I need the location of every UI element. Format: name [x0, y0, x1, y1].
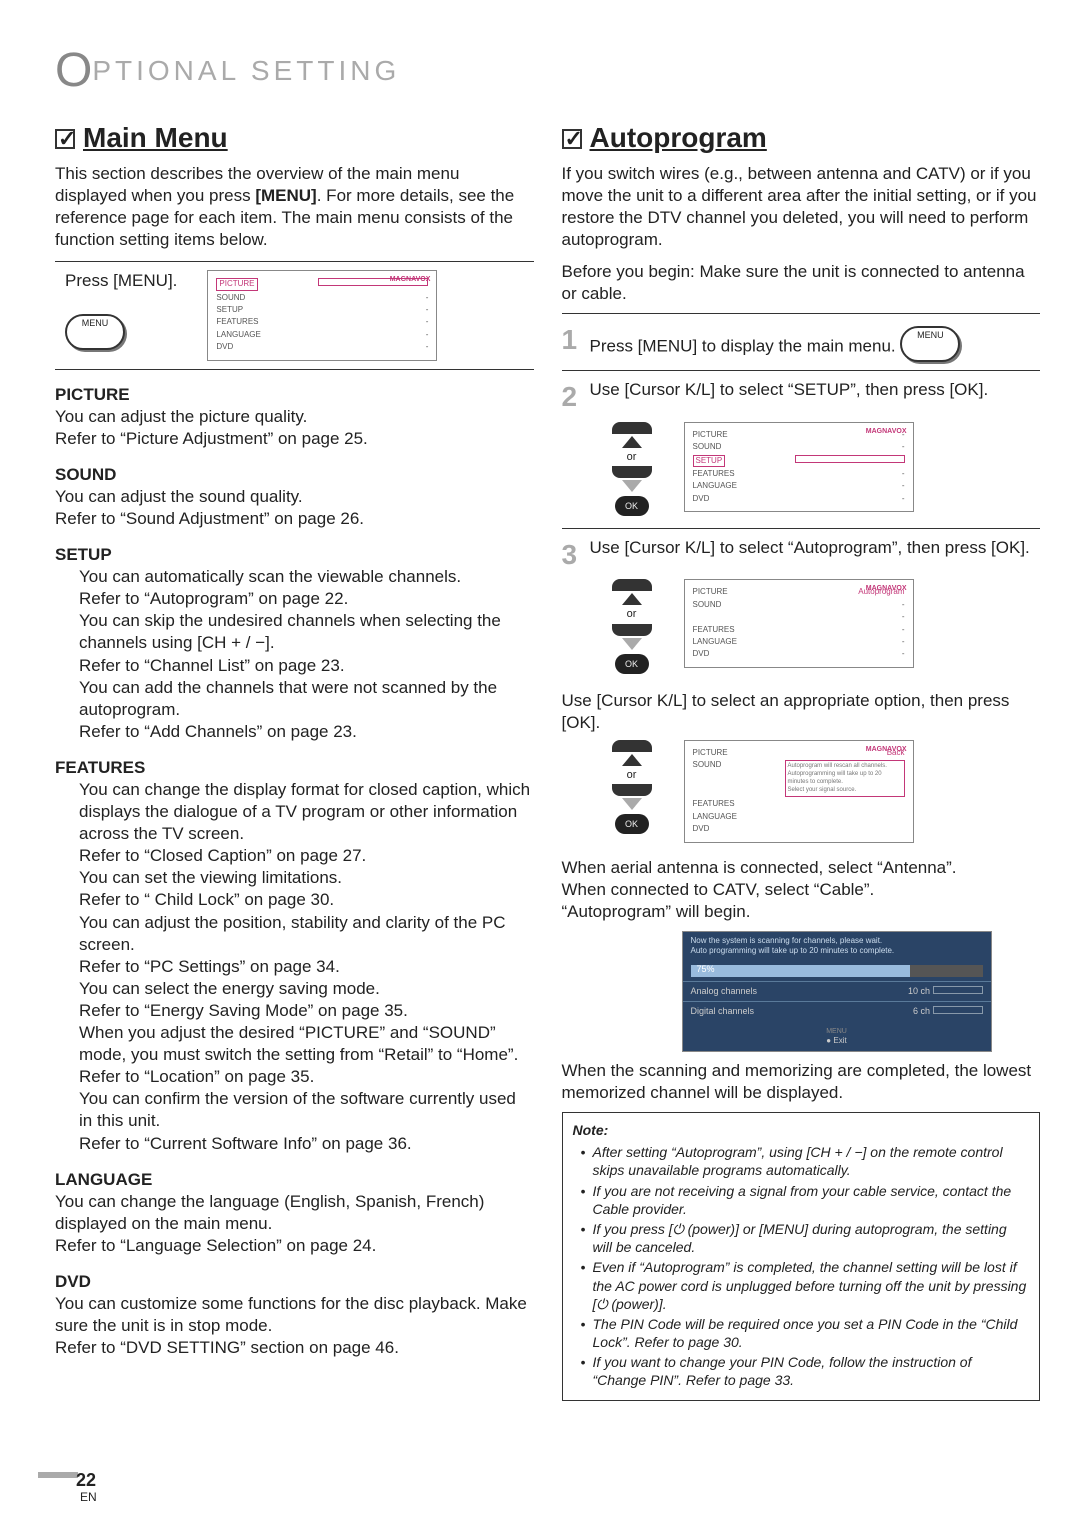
- step-1: 1 Press [MENU] to display the main menu.…: [562, 322, 1041, 362]
- setup-heading: SETUP: [55, 544, 534, 566]
- picture-heading: PICTURE: [55, 384, 534, 406]
- dpad-icon: or OK: [596, 740, 668, 838]
- osd-signal-source: MAGNAVOX PICTUREBack SOUND Autoprogram w…: [684, 740, 914, 843]
- main-menu-heading: Main Menu: [55, 120, 534, 156]
- page-heading: OPTIONAL SETTING: [55, 40, 1040, 102]
- before-begin: Before you begin: Make sure the unit is …: [562, 261, 1041, 305]
- main-menu-intro: This section describes the overview of t…: [55, 163, 534, 251]
- language-heading: LANGUAGE: [55, 1169, 534, 1191]
- aerial-text: When aerial antenna is connected, select…: [562, 857, 1041, 879]
- menu-button-icon: MENU: [65, 314, 125, 350]
- features-heading: FEATURES: [55, 757, 534, 779]
- press-menu-block: Press [MENU]. MENU: [65, 270, 177, 350]
- dvd-heading: DVD: [55, 1271, 534, 1293]
- scanning-box: Now the system is scanning for channels,…: [682, 931, 992, 1052]
- dpad-icon: or OK: [596, 579, 668, 677]
- autoprogram-column: Autoprogram If you switch wires (e.g., b…: [562, 120, 1041, 1400]
- note-box: Note: After setting “Autoprogram”, using…: [562, 1112, 1041, 1401]
- sound-heading: SOUND: [55, 464, 534, 486]
- osd-main: MAGNAVOX PICTURE SOUND- SETUP- FEATURES-…: [207, 270, 437, 360]
- osd-autoprogram: MAGNAVOX PICTUREAutoprogram SOUND- - FEA…: [684, 579, 914, 667]
- step-3: 3 Use [Cursor K/L] to select “Autoprogra…: [562, 537, 1041, 573]
- main-menu-column: Main Menu This section describes the ove…: [55, 120, 534, 1400]
- check-icon: [562, 129, 582, 149]
- after-scan: When the scanning and memorizing are com…: [562, 1060, 1041, 1104]
- menu-button-icon: MENU: [900, 326, 960, 362]
- autoprogram-heading: Autoprogram: [562, 120, 1041, 156]
- step-2: 2 Use [Cursor K/L] to select “SETUP”, th…: [562, 379, 1041, 415]
- osd-setup: MAGNAVOX PICTURE- SOUND- SETUP FEATURES-…: [684, 422, 914, 512]
- autoprogram-intro: If you switch wires (e.g., between anten…: [562, 163, 1041, 251]
- page-number: 22 EN: [38, 1469, 97, 1506]
- step-3b: Use [Cursor K/L] to select an appropriat…: [562, 690, 1041, 734]
- check-icon: [55, 129, 75, 149]
- dpad-icon: or OK: [596, 422, 668, 520]
